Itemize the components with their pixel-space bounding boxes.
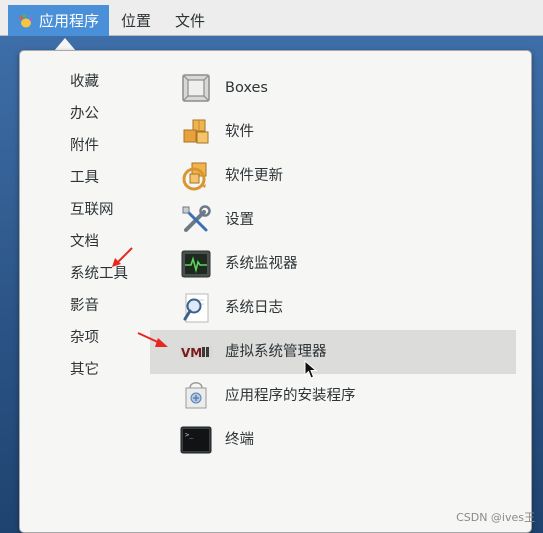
top-panel: 应用程序 位置 文件	[0, 0, 543, 36]
app-terminal[interactable]: >_ 终端	[150, 418, 516, 462]
annotation-arrow-virt-manager	[137, 332, 168, 347]
app-label: Boxes	[225, 80, 268, 96]
app-virt-manager[interactable]: VM 虚拟系统管理器	[150, 330, 516, 374]
files-label: 文件	[175, 11, 206, 30]
app-package-installer[interactable]: 应用程序的安装程序	[150, 374, 516, 418]
mouse-cursor-icon	[304, 360, 318, 379]
category-sundry[interactable]: 杂项	[70, 327, 99, 349]
app-label: 设置	[225, 212, 254, 228]
app-label: 系统日志	[225, 300, 283, 316]
category-documents[interactable]: 文档	[70, 231, 99, 253]
software-icon	[183, 119, 209, 144]
settings-icon	[182, 205, 211, 232]
category-utilities[interactable]: 工具	[70, 167, 99, 189]
app-system-monitor[interactable]: 系统监视器	[150, 242, 516, 286]
watermark: CSDN @ives王	[456, 511, 535, 524]
app-settings[interactable]: 设置	[150, 198, 516, 242]
system-log-icon	[183, 293, 209, 323]
applications-label: 应用程序	[39, 12, 100, 30]
app-label: 终端	[225, 432, 254, 448]
app-boxes[interactable]: Boxes	[150, 66, 516, 110]
svg-text:VM: VM	[181, 346, 202, 360]
category-sound-video[interactable]: 影音	[70, 295, 99, 317]
app-software-update[interactable]: 软件更新	[150, 154, 516, 198]
system-monitor-icon	[181, 250, 211, 278]
category-internet[interactable]: 互联网	[70, 199, 114, 221]
software-update-icon	[182, 162, 207, 191]
package-installer-icon	[185, 382, 207, 409]
virt-manager-icon: VM	[180, 346, 212, 360]
svg-text:>_: >_	[185, 431, 194, 439]
gnome-foot-icon	[19, 13, 33, 27]
applications-menu-button[interactable]: 应用程序	[8, 5, 109, 36]
category-accessories[interactable]: 附件	[70, 135, 99, 157]
app-label: 系统监视器	[225, 256, 298, 272]
places-label: 位置	[121, 11, 152, 30]
category-favorites[interactable]: 收藏	[70, 71, 99, 93]
boxes-icon	[182, 74, 210, 102]
terminal-icon: >_	[180, 426, 212, 454]
category-office[interactable]: 办公	[70, 103, 99, 125]
app-system-log[interactable]: 系统日志	[150, 286, 516, 330]
places-menu-button[interactable]: 位置	[112, 5, 160, 35]
category-other[interactable]: 其它	[70, 359, 99, 381]
app-label: 软件	[225, 124, 254, 140]
app-software[interactable]: 软件	[150, 110, 516, 154]
app-label: 软件更新	[225, 168, 283, 184]
app-label: 应用程序的安装程序	[225, 388, 356, 404]
annotation-arrow-system-tools	[112, 247, 133, 267]
files-menu-button[interactable]: 文件	[166, 5, 214, 35]
